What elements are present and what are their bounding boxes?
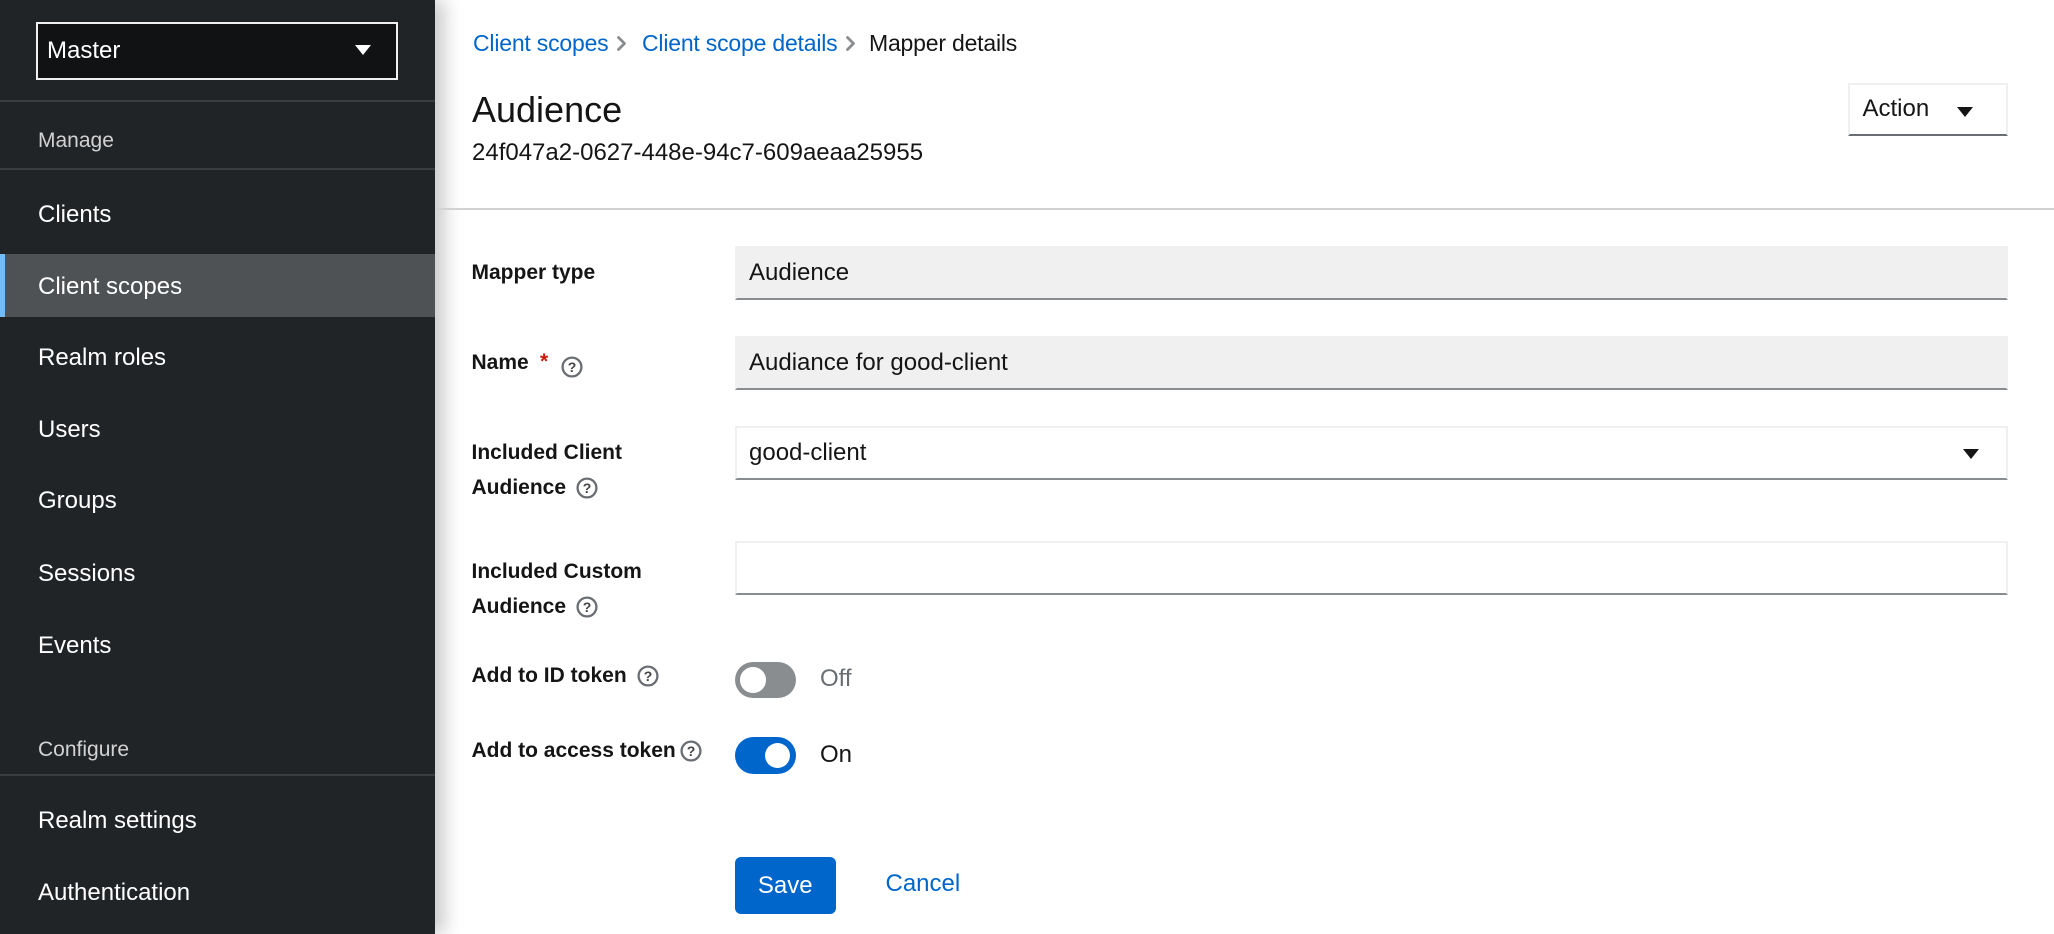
svg-text:?: ? — [687, 743, 696, 759]
svg-text:?: ? — [583, 480, 592, 496]
svg-text:?: ? — [567, 359, 576, 375]
svg-text:?: ? — [583, 599, 592, 615]
svg-text:?: ? — [643, 668, 652, 684]
